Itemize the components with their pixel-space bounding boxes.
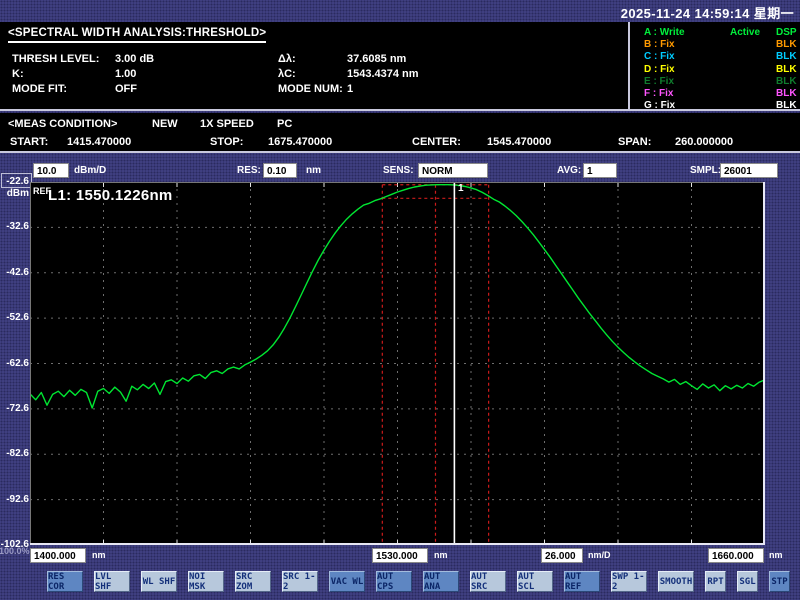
x-start-input[interactable]: 1400.000 bbox=[30, 548, 86, 563]
analysis-field-value: OFF bbox=[115, 83, 137, 95]
softkey-src-1-2[interactable]: SRC 1-2 bbox=[282, 571, 318, 592]
analysis-panel: <SPECTRAL WIDTH ANALYSIS:THRESHOLD> THRE… bbox=[0, 22, 626, 109]
softkey-swp-1-2[interactable]: SWP 1-2 bbox=[611, 571, 647, 592]
meas-field-value: 260.000000 bbox=[675, 136, 733, 148]
softkey-aut-src[interactable]: AUT SRC bbox=[470, 571, 506, 592]
softkey-src-zom[interactable]: SRC ZOM bbox=[235, 571, 271, 592]
softkey-stp[interactable]: STP bbox=[769, 571, 790, 592]
trace-status: BLK bbox=[776, 39, 797, 50]
avg-label: AVG: bbox=[557, 165, 581, 176]
softkey-bar: RES COR LVL SHF WL SHF NOI MSK SRC ZOM SRC 1-… bbox=[47, 571, 790, 592]
trace-status: BLK bbox=[776, 76, 797, 87]
x-center-input[interactable]: 1530.000 bbox=[372, 548, 428, 563]
y-tick-label: -32.6 bbox=[0, 221, 29, 232]
analysis-field-value: 1 bbox=[347, 83, 353, 95]
sens-label: SENS: bbox=[383, 165, 414, 176]
spectrum-plot bbox=[30, 182, 765, 545]
softkey-aut-ana[interactable]: AUT ANA bbox=[423, 571, 459, 592]
avg-input[interactable]: 1 bbox=[583, 163, 617, 178]
meas-mode: NEW bbox=[152, 118, 178, 130]
trace-name-state: B : Fix bbox=[644, 39, 734, 50]
meas-field-label: CENTER: bbox=[412, 136, 461, 148]
meas-interface: PC bbox=[277, 118, 292, 130]
meas-field-value: 1415.470000 bbox=[67, 136, 131, 148]
y-axis-percent: 100.0% bbox=[0, 546, 28, 556]
analysis-field-label: MODE NUM: bbox=[278, 83, 343, 95]
trace-name-state: D : Fix bbox=[644, 64, 734, 75]
softkey-aut-cps[interactable]: AUT CPS bbox=[376, 571, 412, 592]
meas-condition-panel: <MEAS CONDITION> NEW 1X SPEED PC START: 1… bbox=[0, 113, 800, 153]
softkey-wl-shf[interactable]: WL SHF bbox=[141, 571, 177, 592]
meas-field-label: STOP: bbox=[210, 136, 243, 148]
trace-name-state: G : Fix bbox=[644, 100, 734, 111]
softkey-vac-wl[interactable]: VAC WL bbox=[329, 571, 365, 592]
softkey-sgl[interactable]: SGL bbox=[737, 571, 758, 592]
trace-status: DSP bbox=[776, 27, 797, 38]
analysis-field-value: 37.6085 nm bbox=[347, 53, 406, 65]
trace-name-state: F : Fix bbox=[644, 88, 734, 99]
softkey-lvl-shf[interactable]: LVL SHF bbox=[94, 571, 130, 592]
x-scale-unit: nm/D bbox=[588, 550, 611, 560]
sens-input[interactable]: NORM bbox=[418, 163, 488, 178]
analysis-field-label: THRESH LEVEL: bbox=[12, 53, 99, 65]
header-strip: <SPECTRAL WIDTH ANALYSIS:THRESHOLD> THRE… bbox=[0, 22, 800, 111]
y-axis-unit: dBm bbox=[0, 188, 29, 199]
x-center-unit: nm bbox=[434, 550, 448, 560]
res-unit: nm bbox=[306, 165, 321, 176]
x-stop-input[interactable]: 1660.000 bbox=[708, 548, 764, 563]
trace-status: BLK bbox=[776, 100, 797, 111]
softkey-aut-ref[interactable]: AUT REF bbox=[564, 571, 600, 592]
softkey-smooth[interactable]: SMOOTH bbox=[658, 571, 694, 592]
trace-name-state: C : Fix bbox=[644, 51, 734, 62]
analysis-field-label: MODE FIT: bbox=[12, 83, 67, 95]
level-scale-input[interactable]: 10.0 bbox=[33, 163, 69, 178]
meas-field-label: SPAN: bbox=[618, 136, 651, 148]
x-start-unit: nm bbox=[92, 550, 106, 560]
softkey-noi-msk[interactable]: NOI MSK bbox=[188, 571, 224, 592]
osa-screen: 2025-11-24 14:59:14 星期一 <SPECTRAL WIDTH … bbox=[0, 0, 800, 600]
trace-status: BLK bbox=[776, 51, 797, 62]
smpl-label: SMPL: bbox=[690, 165, 721, 176]
meas-speed: 1X SPEED bbox=[200, 118, 254, 130]
softkey-res-cor[interactable]: RES COR bbox=[47, 571, 83, 592]
y-tick-label: -92.6 bbox=[0, 494, 29, 505]
meas-title: <MEAS CONDITION> bbox=[8, 118, 117, 130]
analysis-field-label: λC: bbox=[278, 68, 296, 80]
y-tick-label: -62.6 bbox=[0, 358, 29, 369]
marker1-flag[interactable]: 1 bbox=[458, 183, 464, 194]
meas-field-value: 1545.470000 bbox=[487, 136, 551, 148]
res-input[interactable]: 0.10 bbox=[263, 163, 297, 178]
x-stop-unit: nm bbox=[769, 550, 783, 560]
level-scale-unit: dBm/D bbox=[74, 165, 106, 176]
y-tick-label: -42.6 bbox=[0, 267, 29, 278]
smpl-input[interactable]: 26001 bbox=[720, 163, 778, 178]
trace-panel: A : WriteActive DSP B : Fix BLK C : Fix BLK D … bbox=[628, 22, 800, 109]
marker-readout: L1: 1550.1226nm bbox=[48, 187, 173, 204]
trace-name-state: A : Write bbox=[644, 27, 734, 38]
analysis-field-value: 3.00 dB bbox=[115, 53, 154, 65]
analysis-field-label: Δλ: bbox=[278, 53, 296, 65]
datetime-display: 2025-11-24 14:59:14 星期一 bbox=[621, 3, 794, 22]
trace-name-state: E : Fix bbox=[644, 76, 734, 87]
trace-status: BLK bbox=[776, 64, 797, 75]
meas-field-label: START: bbox=[10, 136, 48, 148]
meas-field-value: 1675.470000 bbox=[268, 136, 332, 148]
softkey-rpt[interactable]: RPT bbox=[705, 571, 726, 592]
y-tick-label: -22.6 bbox=[0, 176, 29, 187]
analysis-field-value: 1.00 bbox=[115, 68, 136, 80]
trace-status: BLK bbox=[776, 88, 797, 99]
y-tick-label: -52.6 bbox=[0, 312, 29, 323]
analysis-title: <SPECTRAL WIDTH ANALYSIS:THRESHOLD> bbox=[8, 27, 266, 43]
y-tick-label: -72.6 bbox=[0, 403, 29, 414]
analysis-field-value: 1543.4374 nm bbox=[347, 68, 419, 80]
trace-active-label: Active bbox=[730, 27, 760, 38]
res-label: RES: bbox=[237, 165, 261, 176]
softkey-aut-scl[interactable]: AUT SCL bbox=[517, 571, 553, 592]
y-tick-label: -82.6 bbox=[0, 448, 29, 459]
x-scale-input[interactable]: 26.000 bbox=[541, 548, 583, 563]
analysis-field-label: K: bbox=[12, 68, 24, 80]
